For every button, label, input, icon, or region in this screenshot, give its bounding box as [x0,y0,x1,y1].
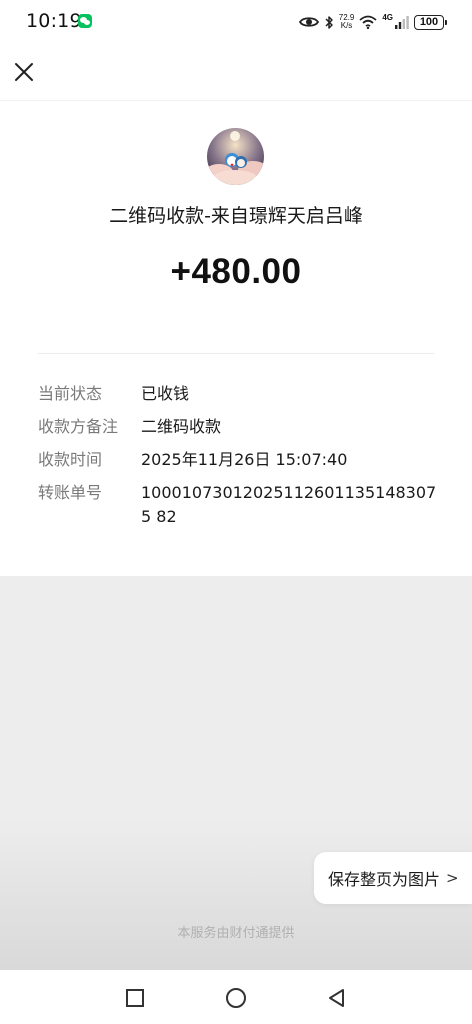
transaction-amount: +480.00 [170,252,302,291]
recent-apps-button[interactable] [124,987,146,1009]
system-nav-bar [0,970,472,1024]
chevron-right-icon: > [446,869,459,887]
triangle-back-icon [329,989,344,1007]
square-recent-icon [126,989,144,1007]
status-indicators: 72.9 K/s 4G 100 [298,10,447,34]
battery-indicator: 100 [414,14,447,30]
back-button[interactable] [326,987,348,1009]
wechat-notification-icon [78,14,92,28]
detail-label: 当前状态 [38,384,103,403]
net-speed: 72.9 K/s [339,14,355,30]
page-header [0,44,472,100]
detail-value[interactable]: 100010730120251126011351483075 82 [141,481,437,529]
payer-avatar[interactable] [207,128,264,185]
home-button[interactable] [225,987,247,1009]
provider-footer: 本服务由财付通提供 [177,926,295,941]
network-type: 4G [382,13,393,22]
detail-label: 转账单号 [38,483,103,502]
detail-value: 二维码收款 [141,417,222,436]
circle-home-icon [226,988,246,1008]
net-speed-unit: K/s [340,21,353,30]
transaction-title: 二维码收款-来自璟辉天启吕峰 [109,205,363,227]
close-icon [15,63,33,81]
battery-level: 100 [419,16,439,28]
save-page-label: 保存整页为图片 [328,870,441,889]
transaction-card: 二维码收款-来自璟辉天启吕峰 +480.00 当前状态 已收钱 收款方备注 二维… [0,101,472,576]
status-time: 10:19 [26,10,82,32]
eye-icon [298,17,319,27]
status-bar: 10:19 72.9 K/s 4G 100 [0,0,472,44]
signal-icon [395,16,409,29]
detail-label: 收款时间 [38,450,103,469]
detail-value: 已收钱 [141,384,190,403]
detail-label: 收款方备注 [38,417,119,436]
card-divider [38,353,434,354]
save-page-as-image-button[interactable]: 保存整页为图片 > [314,852,472,904]
detail-value: 2025年11月26日 15:07:40 [141,450,348,469]
avatar-image [207,128,264,185]
wifi-icon [359,15,377,29]
bluetooth-icon [325,15,333,29]
close-button[interactable] [10,58,38,86]
